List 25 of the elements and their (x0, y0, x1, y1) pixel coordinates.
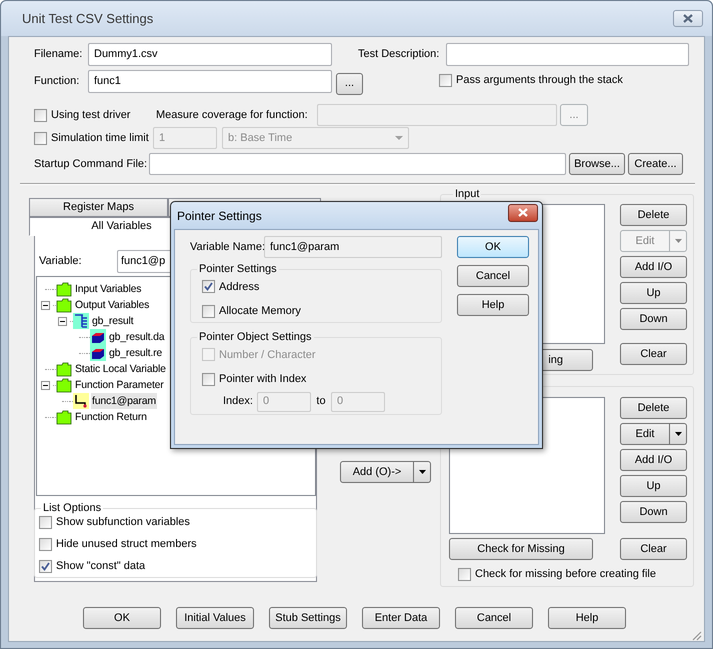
checkbox-label: Address (219, 280, 260, 294)
checkbox-label: Pointer with Index (219, 372, 306, 387)
checkbox-label: Pass arguments through the stack (456, 72, 623, 88)
filename-label: Filename: (34, 47, 84, 62)
group-title: Input (454, 188, 480, 200)
function-label: Function: (34, 74, 80, 90)
checkbox-label: Show subfunction variables (56, 516, 190, 529)
coverage-label: Measure coverage for function: (156, 108, 309, 123)
checkbox-label: Number / Character (219, 348, 316, 362)
to-label: to (315, 394, 327, 410)
checkbox-label: Simulation time limit (51, 130, 149, 146)
index-label: Index: (223, 394, 254, 410)
group-title: Pointer Object Settings (198, 330, 313, 345)
startup-label: Startup Command File: (34, 156, 148, 172)
checkbox-label: Using test driver (51, 108, 130, 123)
checkbox-label: Show "const" data (56, 560, 146, 573)
checkbox-label: Check for missing before creating file (475, 567, 656, 582)
checkbox-label: Hide unused struct members (56, 538, 197, 551)
window-title: Unit Test CSV Settings (22, 10, 154, 28)
variable-name-label: Variable Name: (190, 240, 264, 255)
group-title: List Options (42, 502, 102, 515)
variable-label: Variable: (39, 254, 83, 270)
checkbox-label: Allocate Memory (219, 304, 301, 319)
description-label: Test Description: (358, 47, 440, 62)
group-title: Pointer Settings (198, 262, 278, 277)
